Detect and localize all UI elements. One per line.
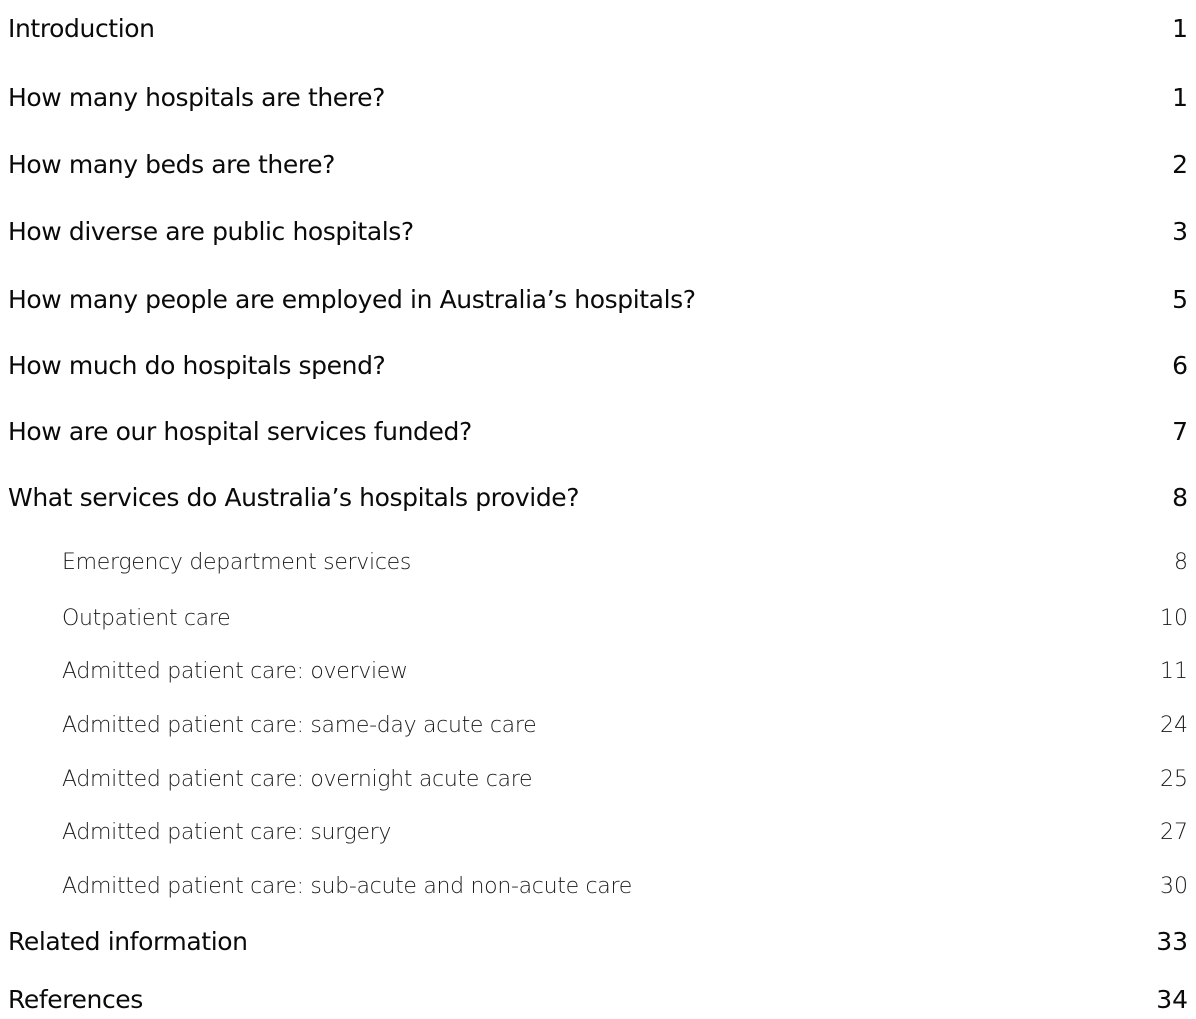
- toc-entry-page: 8: [1172, 482, 1188, 512]
- toc-entry-page: 6: [1172, 350, 1188, 380]
- toc-entry-page: 3: [1172, 216, 1188, 246]
- toc-entry-title[interactable]: How are our hospital services funded?: [8, 417, 472, 446]
- toc-entry-page: 7: [1172, 416, 1188, 446]
- toc-entry-page: 11: [1160, 658, 1188, 684]
- toc-entry-funded[interactable]: How are our hospital services funded? 7: [0, 411, 1196, 451]
- toc-entry-how-diverse[interactable]: How diverse are public hospitals? 3: [0, 211, 1196, 251]
- toc-entry-page: 25: [1160, 766, 1188, 792]
- toc-subentry-surgery[interactable]: Admitted patient care: surgery 27: [0, 812, 1196, 852]
- toc-entry-employed[interactable]: How many people are employed in Australi…: [0, 279, 1196, 319]
- toc-entry-related[interactable]: Related information 33: [0, 921, 1196, 961]
- toc-entry-title[interactable]: Outpatient care: [62, 606, 231, 631]
- toc-entry-title[interactable]: References: [8, 985, 143, 1014]
- toc-entry-services[interactable]: What services do Australia’s hospitals p…: [0, 477, 1196, 517]
- toc-entry-page: 30: [1160, 873, 1188, 899]
- toc-entry-page: 1: [1172, 82, 1188, 112]
- toc-entry-page: 27: [1160, 819, 1188, 845]
- toc-subentry-outpatient[interactable]: Outpatient care 10: [0, 598, 1196, 638]
- toc-subentry-admitted-overview[interactable]: Admitted patient care: overview 11: [0, 651, 1196, 691]
- toc-entry-title[interactable]: Introduction: [8, 14, 155, 43]
- toc-entry-page: 8: [1174, 549, 1188, 575]
- toc-entry-references[interactable]: References 34: [0, 979, 1196, 1019]
- toc-entry-page: 24: [1160, 712, 1188, 738]
- toc-entry-page: 10: [1160, 605, 1188, 631]
- toc-entry-title[interactable]: Admitted patient care: overview: [62, 659, 408, 684]
- toc-subentry-sub-acute[interactable]: Admitted patient care: sub-acute and non…: [0, 866, 1196, 906]
- toc-entry-how-many-hospitals[interactable]: How many hospitals are there? 1: [0, 77, 1196, 117]
- toc-entry-title[interactable]: How much do hospitals spend?: [8, 351, 386, 380]
- toc-entry-title[interactable]: Admitted patient care: overnight acute c…: [62, 767, 533, 792]
- toc-entry-introduction[interactable]: Introduction 1: [0, 8, 1196, 48]
- toc-entry-title[interactable]: Admitted patient care: surgery: [62, 820, 391, 845]
- toc-entry-page: 34: [1156, 984, 1188, 1014]
- toc-entry-page: 5: [1172, 284, 1188, 314]
- toc-entry-title[interactable]: How many people are employed in Australi…: [8, 285, 696, 314]
- toc-entry-page: 1: [1172, 13, 1188, 43]
- toc-entry-title[interactable]: Admitted patient care: sub-acute and non…: [62, 874, 632, 899]
- toc-entry-title[interactable]: How many beds are there?: [8, 150, 335, 179]
- toc-entry-title[interactable]: Emergency department services: [62, 550, 411, 575]
- toc-entry-title[interactable]: How many hospitals are there?: [8, 83, 385, 112]
- toc-entry-title[interactable]: What services do Australia’s hospitals p…: [8, 483, 580, 512]
- toc-entry-title[interactable]: Admitted patient care: same-day acute ca…: [62, 713, 537, 738]
- toc-entry-spend[interactable]: How much do hospitals spend? 6: [0, 345, 1196, 385]
- toc-entry-page: 2: [1172, 149, 1188, 179]
- toc-entry-title[interactable]: How diverse are public hospitals?: [8, 217, 414, 246]
- toc-subentry-emergency[interactable]: Emergency department services 8: [0, 542, 1196, 582]
- toc-entry-how-many-beds[interactable]: How many beds are there? 2: [0, 144, 1196, 184]
- toc-entry-title[interactable]: Related information: [8, 927, 248, 956]
- toc-subentry-same-day[interactable]: Admitted patient care: same-day acute ca…: [0, 705, 1196, 745]
- toc-subentry-overnight[interactable]: Admitted patient care: overnight acute c…: [0, 759, 1196, 799]
- toc-entry-page: 33: [1156, 926, 1188, 956]
